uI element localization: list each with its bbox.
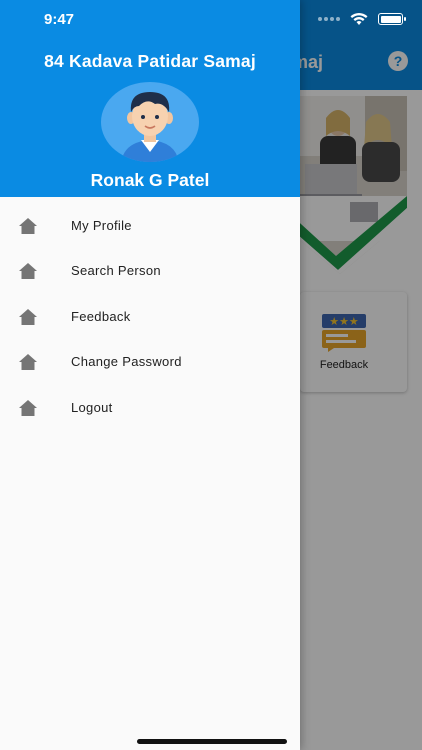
menu-item-change-password[interactable]: Change Password [0,340,300,385]
home-icon [19,354,37,371]
home-icon [19,263,37,280]
navigation-drawer: 9:47 84 Kadava Patidar Samaj Ronak G Pat… [0,0,300,750]
status-time: 9:47 [44,11,75,28]
drawer-header: 9:47 84 Kadava Patidar Samaj Ronak G Pat… [0,0,300,197]
battery-icon [378,13,406,25]
drawer-title: 84 Kadava Patidar Samaj [44,51,256,71]
signal-icon [318,17,340,21]
menu-item-label: Logout [71,399,113,415]
home-indicator[interactable] [137,739,287,744]
menu-item-label: Feedback [71,308,131,324]
drawer-menu: My Profile Search Person Feedback Change… [0,204,300,431]
wifi-icon [350,13,368,25]
home-icon [19,308,37,325]
menu-item-label: My Profile [71,218,132,233]
menu-item-label: Search Person [71,263,161,279]
home-icon [19,218,37,234]
menu-item-logout[interactable]: Logout [0,386,300,431]
menu-item-search-person[interactable]: Search Person [0,249,300,294]
menu-item-my-profile[interactable]: My Profile [0,204,300,249]
menu-item-feedback[interactable]: Feedback [0,295,300,340]
avatar[interactable] [101,82,199,162]
user-name: Ronak G Patel [90,170,210,190]
home-icon [19,399,37,416]
menu-item-label: Change Password [71,354,182,370]
status-bar-icons [318,11,406,27]
